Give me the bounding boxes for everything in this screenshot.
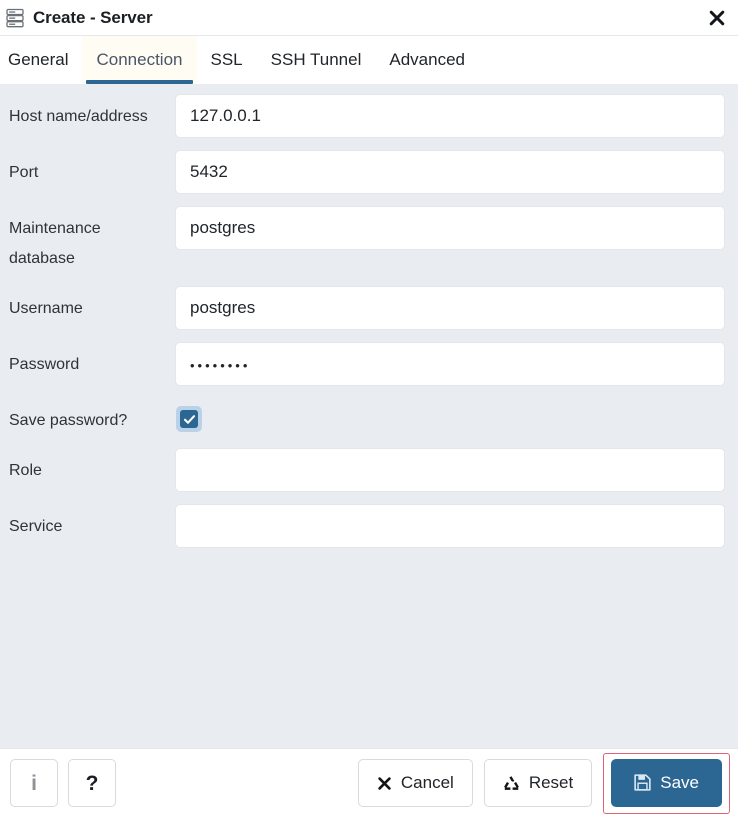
control-password bbox=[175, 342, 725, 386]
label-port: Port bbox=[9, 164, 39, 181]
form-row-password: Password bbox=[0, 342, 725, 386]
footer-right-group: Cancel Reset Save bbox=[357, 752, 730, 814]
close-x-icon bbox=[378, 776, 391, 790]
control-role bbox=[175, 448, 725, 492]
question-mark-icon: ? bbox=[85, 771, 99, 795]
save-button-label: Save bbox=[660, 772, 699, 792]
label-service: Service bbox=[9, 518, 63, 535]
form-row-role: Role bbox=[0, 448, 725, 492]
help-button[interactable]: ? bbox=[68, 759, 116, 807]
form-row-maintenance-database: Maintenance database bbox=[0, 206, 725, 274]
save-password-checkbox[interactable] bbox=[176, 406, 202, 432]
dialog-header: Create - Server bbox=[0, 0, 738, 36]
footer-left-group: i ? bbox=[10, 759, 116, 807]
info-button[interactable]: i bbox=[10, 759, 58, 807]
tab-general[interactable]: General bbox=[0, 36, 82, 84]
info-icon: i bbox=[31, 771, 37, 795]
role-input[interactable] bbox=[175, 448, 725, 492]
recycle-icon bbox=[503, 775, 519, 790]
save-button[interactable]: Save bbox=[611, 758, 722, 807]
form-row-service: Service bbox=[0, 504, 725, 548]
tab-bar: General Connection SSL SSH Tunnel Advanc… bbox=[0, 36, 738, 84]
password-input[interactable] bbox=[175, 342, 725, 386]
server-icon bbox=[6, 8, 24, 27]
check-icon bbox=[183, 414, 195, 424]
label-maintenance-database: Maintenance database bbox=[9, 220, 101, 267]
control-maintenance-database bbox=[175, 206, 725, 250]
close-x-glyph bbox=[709, 10, 725, 25]
host-name-address-input[interactable] bbox=[175, 94, 725, 138]
port-input[interactable] bbox=[175, 150, 725, 194]
control-service bbox=[175, 504, 725, 548]
save-button-highlight: Save bbox=[603, 752, 730, 814]
floppy-disk-icon bbox=[634, 774, 651, 791]
tab-ssl[interactable]: SSL bbox=[197, 36, 257, 84]
connection-form: Host name/address Port Maintenance datab… bbox=[0, 84, 738, 748]
label-save-password: Save password? bbox=[9, 412, 128, 429]
form-row-username: Username bbox=[0, 286, 725, 330]
control-port bbox=[175, 150, 725, 194]
control-host-name-address bbox=[175, 94, 725, 138]
label-host-name-address: Host name/address bbox=[9, 108, 148, 125]
form-row-host: Host name/address bbox=[0, 94, 725, 138]
service-input[interactable] bbox=[175, 504, 725, 548]
label-password: Password bbox=[9, 356, 80, 373]
label-username: Username bbox=[9, 300, 83, 317]
control-save-password bbox=[175, 398, 725, 432]
dialog-footer: i ? Cancel Reset Save bbox=[0, 748, 738, 817]
form-row-save-password: Save password? bbox=[0, 398, 725, 436]
cancel-button-label: Cancel bbox=[400, 773, 454, 792]
tab-connection[interactable]: Connection bbox=[82, 36, 197, 84]
maintenance-database-input[interactable] bbox=[175, 206, 725, 250]
dialog-title: Create - Server bbox=[33, 7, 153, 27]
control-username bbox=[175, 286, 725, 330]
cancel-button[interactable]: Cancel bbox=[357, 759, 473, 807]
username-input[interactable] bbox=[175, 286, 725, 330]
tab-ssh-tunnel[interactable]: SSH Tunnel bbox=[257, 36, 376, 84]
checkbox-box bbox=[180, 410, 198, 428]
close-icon[interactable] bbox=[696, 1, 738, 35]
tab-advanced[interactable]: Advanced bbox=[375, 36, 479, 84]
reset-button[interactable]: Reset bbox=[483, 759, 593, 807]
reset-button-label: Reset bbox=[528, 773, 574, 792]
form-row-port: Port bbox=[0, 150, 725, 194]
create-server-dialog: Create - Server General Connection SSL S… bbox=[0, 0, 738, 817]
label-role: Role bbox=[9, 462, 42, 479]
